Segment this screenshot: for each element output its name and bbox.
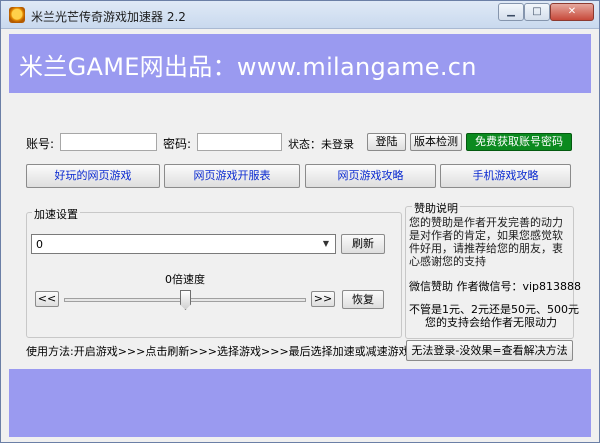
speed-settings-title: 加速设置 xyxy=(32,206,80,222)
sponsor-text: 您的赞助是作者开发完善的动力是对作者的肯定，如果您感觉软件好用，请推荐给您的朋友… xyxy=(409,216,563,268)
banner-text: 米兰GAME网出品：www.milangame.cn xyxy=(19,53,477,81)
cannot-login-help-button[interactable]: 无法登录-没效果=查看解决方法 xyxy=(406,340,573,361)
window-title: 米兰光芒传奇游戏加速器 2.2 xyxy=(31,10,186,24)
close-button[interactable]: ✕ xyxy=(550,3,594,21)
banner: 米兰GAME网出品：www.milangame.cn xyxy=(9,34,591,93)
sponsor-title: 赞助说明 xyxy=(412,200,460,216)
speed-value-label: 0倍速度 xyxy=(165,273,205,286)
free-account-button[interactable]: 免费获取账号密码 xyxy=(466,133,572,151)
link-button-mobile-game-guides[interactable]: 手机游戏攻略 xyxy=(440,164,571,188)
slower-button[interactable]: << xyxy=(35,291,59,307)
process-select[interactable]: 0 ▼ xyxy=(31,234,336,254)
account-label: 账号: xyxy=(26,137,55,151)
login-button[interactable]: 登陆 xyxy=(367,133,406,151)
title-bar[interactable]: 米兰光芒传奇游戏加速器 2.2 ▁ □ ✕ xyxy=(1,1,599,29)
main-window: 米兰光芒传奇游戏加速器 2.2 ▁ □ ✕ 米兰GAME网出品：www.mila… xyxy=(0,0,600,443)
close-icon: ✕ xyxy=(567,6,577,17)
usage-instructions: 使用方法:开启游戏>>>点击刷新>>>选择游戏>>>最后选择加速或减速游戏即可 xyxy=(26,345,432,358)
minimize-button[interactable]: ▁ xyxy=(498,3,524,21)
link-button-good-web-games[interactable]: 好玩的网页游戏 xyxy=(26,164,160,188)
bottom-band xyxy=(9,369,591,437)
maximize-icon: □ xyxy=(532,6,542,17)
link-button-server-list[interactable]: 网页游戏开服表 xyxy=(164,164,300,188)
chevron-down-icon: ▼ xyxy=(322,239,330,248)
password-input[interactable] xyxy=(197,133,282,151)
process-select-value: 0 xyxy=(36,238,43,251)
account-input[interactable] xyxy=(60,133,157,151)
version-check-button[interactable]: 版本检测 xyxy=(410,133,462,151)
donate-thanks: 您的支持会给作者无限动力 xyxy=(425,316,557,329)
app-icon xyxy=(9,7,25,23)
link-button-web-game-guides[interactable]: 网页游戏攻略 xyxy=(305,164,436,188)
wechat-id: 微信赞助 作者微信号：vip813888 xyxy=(409,280,582,293)
refresh-button[interactable]: 刷新 xyxy=(341,234,385,254)
login-status: 状态：未登录 xyxy=(288,138,354,151)
faster-button[interactable]: >> xyxy=(311,291,335,307)
password-label: 密码: xyxy=(163,137,192,151)
minimize-icon: ▁ xyxy=(507,6,515,17)
speed-settings-group xyxy=(26,212,402,338)
maximize-button[interactable]: □ xyxy=(524,3,550,21)
reset-speed-button[interactable]: 恢复 xyxy=(342,290,384,309)
